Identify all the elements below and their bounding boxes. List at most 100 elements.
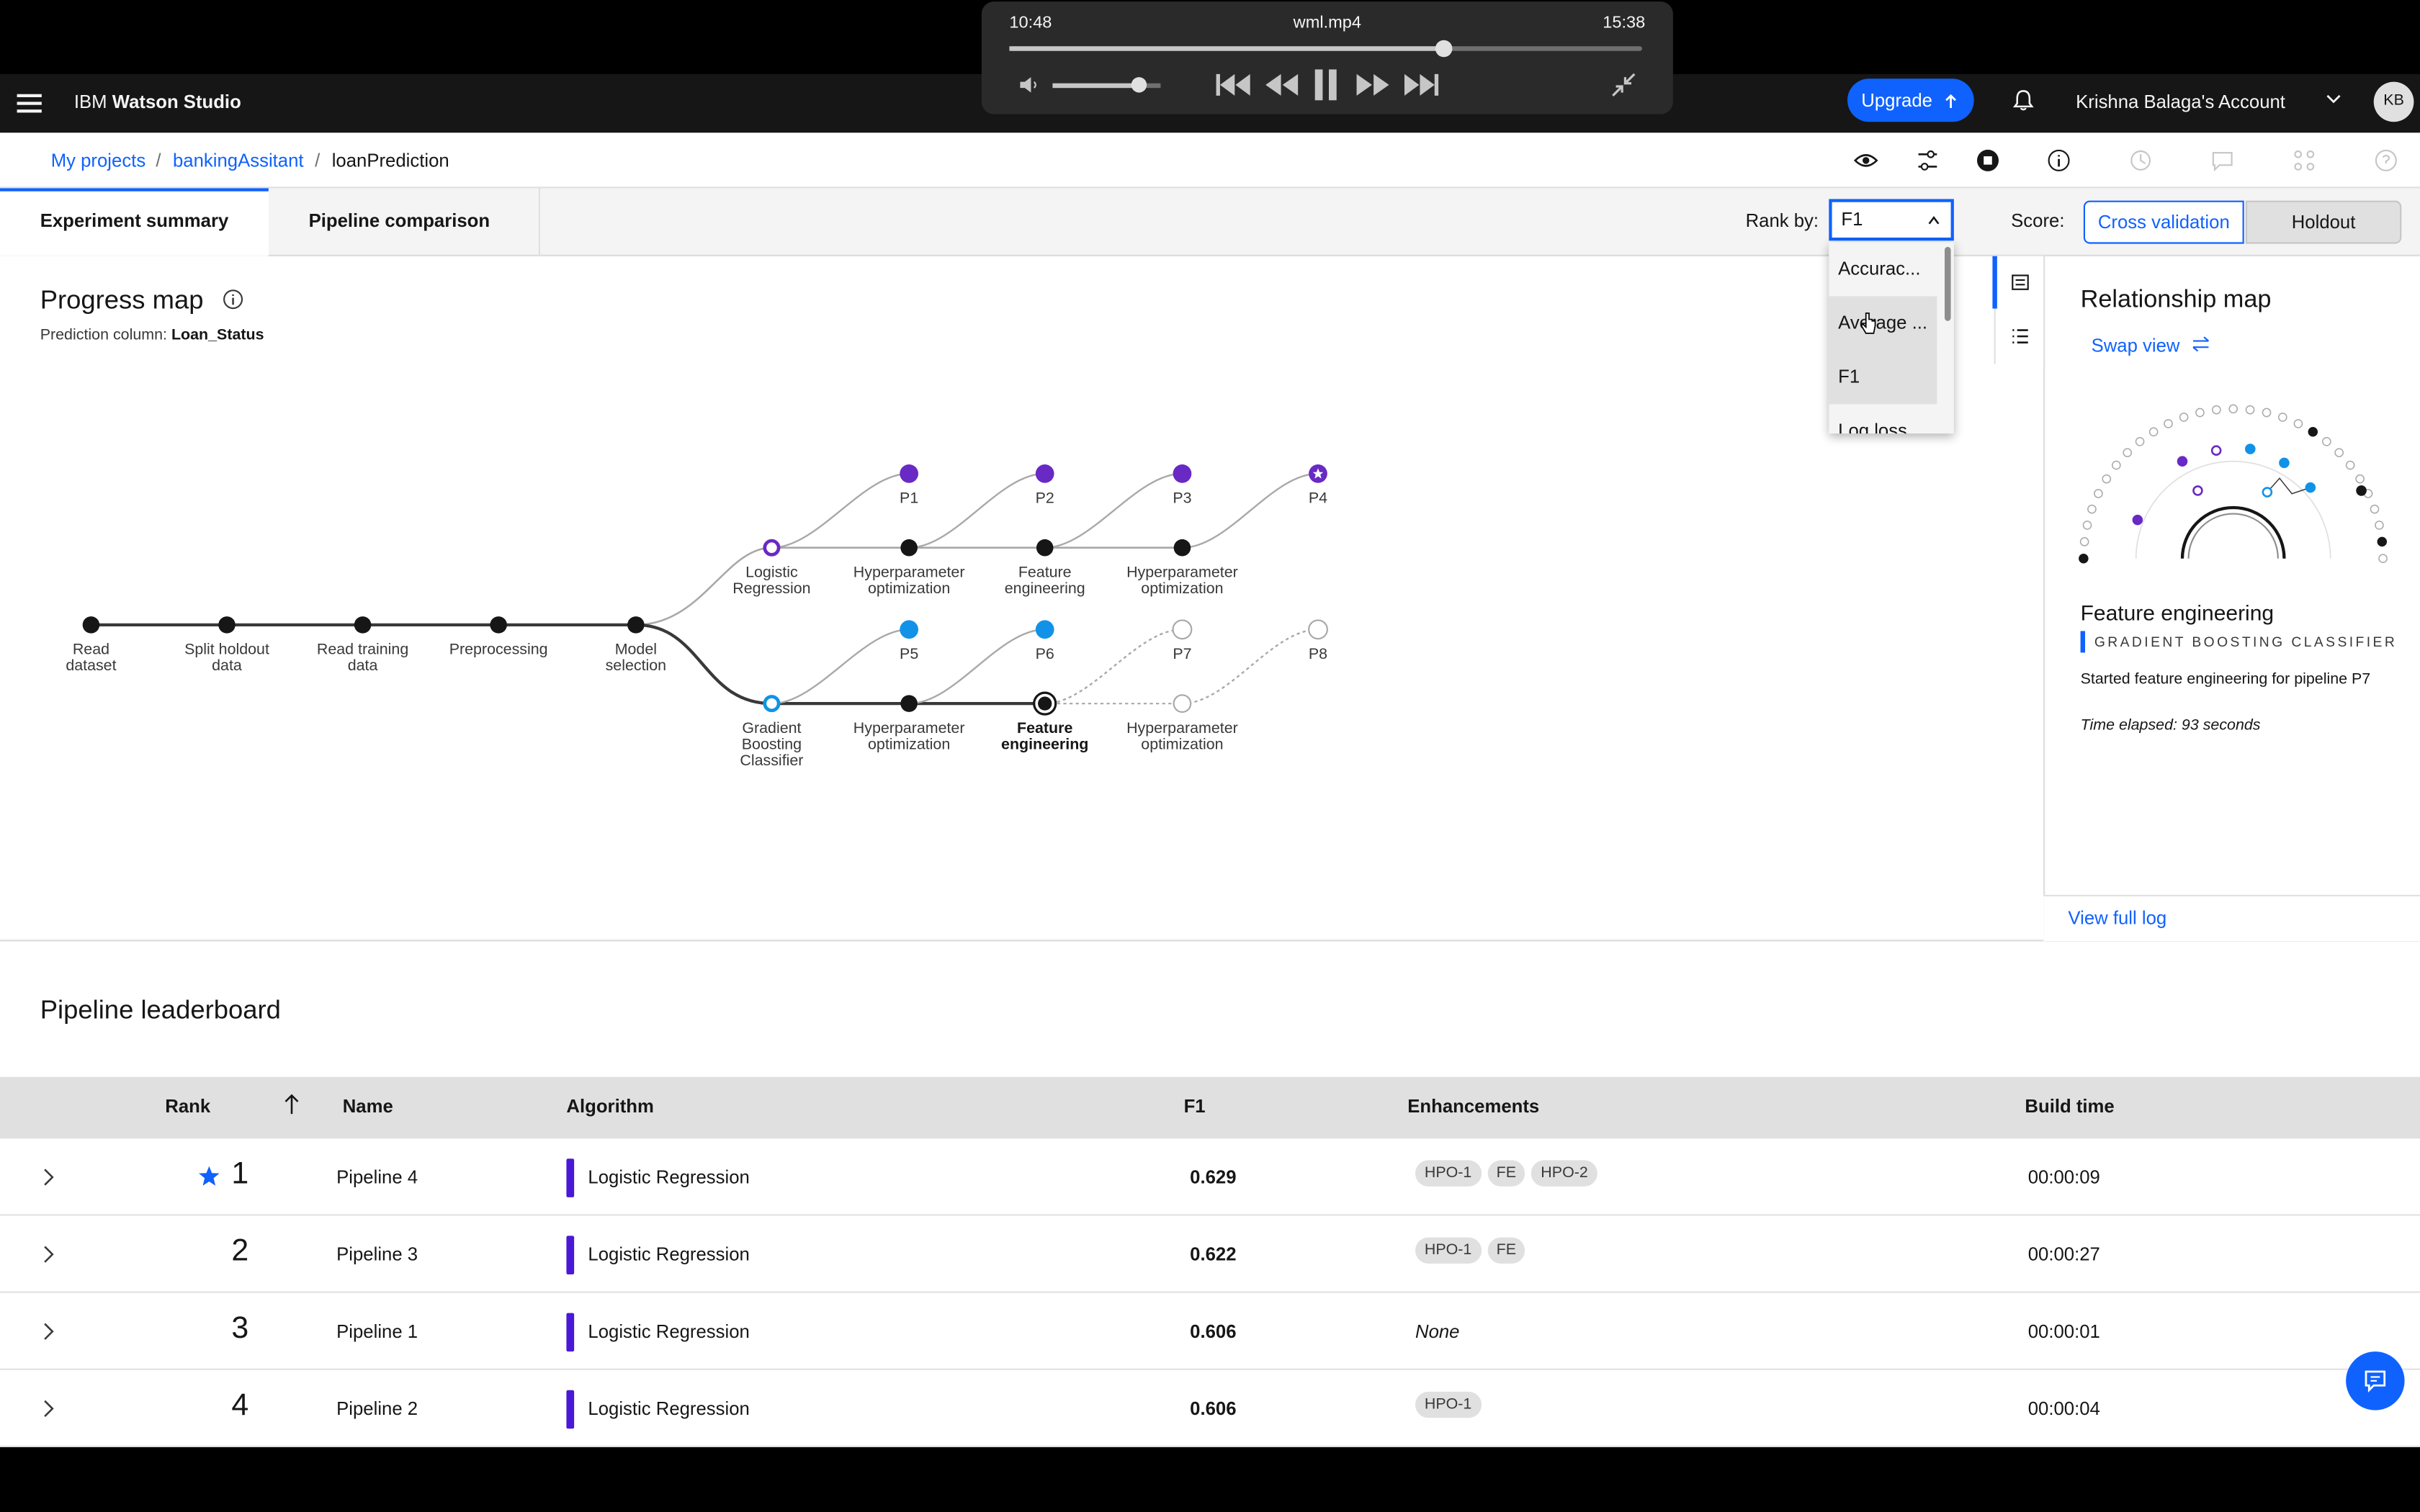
- rank-by-select[interactable]: F1: [1829, 199, 1954, 241]
- dropdown-option-average[interactable]: Average ...: [1829, 296, 1937, 351]
- tab-pipeline-comparison[interactable]: Pipeline comparison: [269, 188, 540, 256]
- relationship-pipeline-dot: [2148, 427, 2159, 437]
- relationship-map-chart: [2079, 404, 2388, 564]
- gbc-pending-pipeline-node: [1172, 619, 1193, 640]
- table-row[interactable]: 3 Pipeline 1 Logistic Regression 0.606 None 0…: [0, 1292, 2420, 1370]
- view-full-log-link[interactable]: View full log: [2043, 894, 2420, 942]
- lr-step-node: [1036, 539, 1054, 557]
- relationship-pipeline-dot: [2345, 460, 2355, 470]
- breadcrumb-my-projects[interactable]: My projects: [51, 150, 145, 171]
- dropdown-option-accuracy[interactable]: Accurac...: [1829, 242, 1937, 296]
- sort-ascending-icon[interactable]: [284, 1094, 299, 1115]
- notification-bell-icon[interactable]: [2011, 88, 2035, 112]
- player-seek-handle[interactable]: [1435, 40, 1453, 58]
- expand-row-icon[interactable]: [40, 1245, 55, 1264]
- algorithm-color-bar: [566, 1313, 575, 1352]
- hamburger-menu-icon[interactable]: [17, 91, 42, 115]
- expand-row-icon[interactable]: [40, 1322, 55, 1341]
- tab-experiment-summary[interactable]: Experiment summary: [0, 188, 269, 256]
- account-switcher[interactable]: Krishna Balaga's Account: [2076, 91, 2285, 112]
- score-value: 0.606: [1190, 1320, 1237, 1343]
- score-holdout-button[interactable]: Holdout: [2245, 200, 2402, 244]
- table-row[interactable]: 1 Pipeline 4 Logistic Regression 0.629 HPO-1…: [0, 1138, 2420, 1216]
- info-icon[interactable]: [223, 289, 244, 310]
- gbc-algorithm-node: [763, 695, 781, 713]
- eye-icon[interactable]: [1853, 148, 1878, 173]
- stop-icon[interactable]: [1976, 148, 2000, 173]
- build-time: 00:00:04: [2027, 1398, 2100, 1420]
- expand-row-icon[interactable]: [40, 1168, 55, 1187]
- relationship-map-panel: [2043, 256, 2420, 942]
- col-rank[interactable]: Rank: [165, 1095, 210, 1117]
- relationship-pipeline-dot: [2212, 405, 2221, 415]
- map-view-icon[interactable]: [2011, 273, 2030, 292]
- rank-value: 4: [231, 1388, 249, 1423]
- col-name[interactable]: Name: [343, 1095, 393, 1117]
- pipeline-name[interactable]: Pipeline 1: [336, 1320, 418, 1342]
- table-row[interactable]: 2 Pipeline 3 Logistic Regression 0.622 HPO-1…: [0, 1215, 2420, 1293]
- col-enhancements[interactable]: Enhancements: [1407, 1095, 1539, 1117]
- main-step-node: [218, 616, 236, 634]
- enhancement-tag: HPO-1: [1415, 1391, 1482, 1418]
- score-cross-validation-button[interactable]: Cross validation: [2083, 200, 2244, 244]
- gbc-pipeline-label: P7: [1173, 645, 1191, 662]
- list-view-icon[interactable]: [2011, 327, 2030, 346]
- lr-step-node: [1173, 539, 1191, 557]
- info-icon[interactable]: [2046, 148, 2071, 173]
- dropdown-option-log-loss[interactable]: Log loss: [1829, 404, 1937, 433]
- relationship-pipeline-dot: [2079, 537, 2089, 546]
- gbc-pipeline-edge: [909, 629, 1045, 705]
- col-build-time[interactable]: Build time: [2025, 1095, 2114, 1117]
- product-name[interactable]: IBM Watson Studio: [74, 91, 241, 112]
- avatar[interactable]: KB: [2373, 81, 2414, 122]
- table-row[interactable]: 4 Pipeline 2 Logistic Regression 0.606 HPO-1…: [0, 1369, 2420, 1447]
- main-step-node: [627, 616, 645, 634]
- fast-forward-icon[interactable]: [1352, 68, 1392, 102]
- volume-handle[interactable]: [1131, 77, 1147, 93]
- dropdown-option-f1[interactable]: F1: [1829, 350, 1937, 405]
- relationship-step-dot: [2210, 445, 2222, 456]
- algorithm-name: Logistic Regression: [588, 1243, 750, 1266]
- chat-icon: [2365, 1370, 2386, 1393]
- enhancement-tag: HPO-2: [1531, 1160, 1597, 1187]
- dropdown-scrollbar[interactable]: [1945, 246, 1951, 321]
- algorithm-name: Logistic Regression: [588, 1320, 750, 1343]
- skip-forward-icon[interactable]: [1398, 68, 1441, 102]
- volume-icon[interactable]: [1018, 74, 1040, 96]
- rewind-icon[interactable]: [1263, 68, 1303, 102]
- gbc-active-step-node: [1038, 696, 1052, 711]
- relationship-pipeline-dot: [2123, 448, 2133, 458]
- elapsed-text: Time elapsed: 93 seconds: [2080, 717, 2261, 734]
- gbc-pending-step-node: [1173, 694, 1192, 713]
- skip-back-icon[interactable]: [1213, 68, 1256, 102]
- relationship-pipeline-dot: [2308, 427, 2318, 437]
- chat-button[interactable]: [2346, 1351, 2405, 1410]
- breadcrumb-separator: /: [315, 149, 321, 171]
- relationship-pipeline-dot: [2334, 448, 2344, 458]
- settings-sliders-icon[interactable]: [1915, 148, 1940, 173]
- gbc-step-label: Hyperparameter optimization: [1126, 719, 1238, 753]
- player-seek-bar[interactable]: [1009, 46, 1642, 51]
- col-score[interactable]: F1: [1184, 1095, 1206, 1117]
- breadcrumb-project[interactable]: bankingAssitant: [173, 150, 304, 171]
- rank-value: 3: [231, 1311, 249, 1346]
- pipeline-name[interactable]: Pipeline 4: [336, 1166, 418, 1188]
- relationship-pipeline-dot: [2094, 489, 2103, 498]
- chevron-down-icon[interactable]: [2324, 89, 2343, 108]
- side-view-switcher: [1992, 256, 2044, 364]
- gbc-pipeline-label: P5: [900, 645, 918, 662]
- enhancement-tag: HPO-1: [1415, 1237, 1482, 1264]
- player-filename: wml.mp4: [1293, 14, 1361, 32]
- expand-row-icon[interactable]: [40, 1400, 55, 1418]
- swap-view-link[interactable]: Swap view: [2092, 335, 2210, 356]
- prediction-column: Prediction column: Loan_Status: [40, 327, 264, 344]
- relationship-pipeline-dot: [2179, 413, 2189, 422]
- rank-value: 1: [231, 1157, 249, 1192]
- col-algorithm[interactable]: Algorithm: [566, 1095, 653, 1117]
- pause-icon[interactable]: [1309, 68, 1343, 102]
- upgrade-button[interactable]: Upgrade: [1847, 78, 1974, 122]
- relationship-step-dot: [2192, 485, 2203, 496]
- exit-fullscreen-icon[interactable]: [1611, 73, 1636, 97]
- pipeline-name[interactable]: Pipeline 2: [336, 1398, 418, 1419]
- pipeline-name[interactable]: Pipeline 3: [336, 1243, 418, 1265]
